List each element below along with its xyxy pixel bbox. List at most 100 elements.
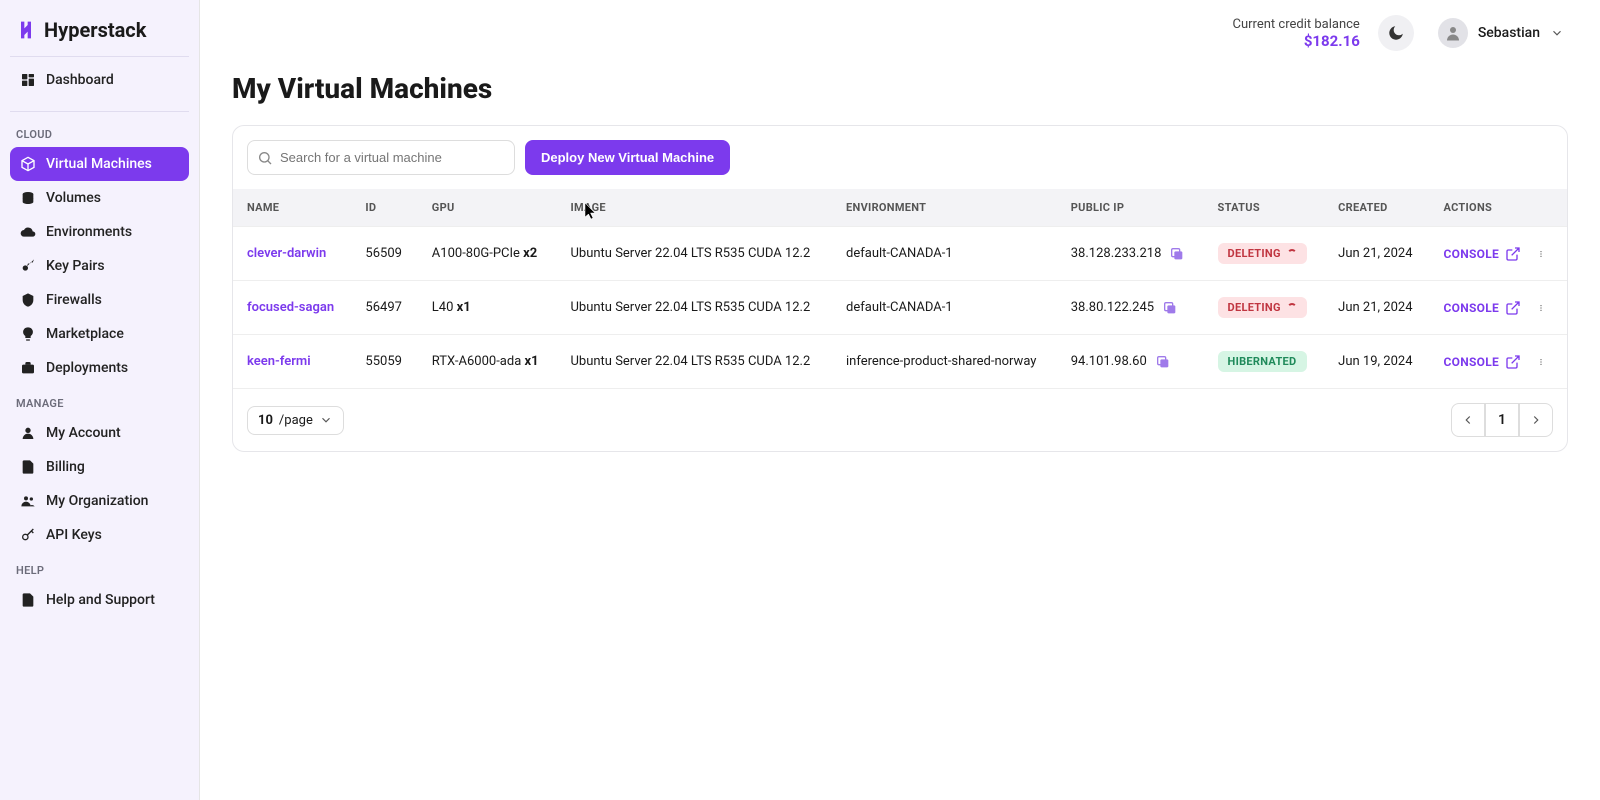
sidebar-item-marketplace[interactable]: Marketplace <box>10 317 189 351</box>
user-icon <box>20 425 36 441</box>
credit-balance: Current credit balance $182.16 <box>1233 17 1360 50</box>
file-icon <box>20 459 36 475</box>
col-environment: ENVIRONMENT <box>832 189 1057 227</box>
vm-env: default-CANADA-1 <box>832 227 1057 281</box>
console-button[interactable]: CONSOLE <box>1443 354 1521 370</box>
vm-id: 56509 <box>351 227 417 281</box>
table-row[interactable]: clever-darwin 56509 A100-80G-PCIe x2 Ubu… <box>233 227 1567 281</box>
more-actions-button[interactable] <box>1533 354 1549 370</box>
balance-label: Current credit balance <box>1233 17 1360 32</box>
section-manage: MANAGE <box>10 385 189 416</box>
search-icon <box>257 150 273 166</box>
document-icon <box>20 592 36 608</box>
user-name: Sebastian <box>1478 25 1540 41</box>
vm-created: Jun 21, 2024 <box>1324 281 1429 335</box>
external-link-icon <box>1505 246 1521 262</box>
sidebar-item-label: Environments <box>46 224 132 240</box>
toolbar: Deploy New Virtual Machine <box>233 126 1567 189</box>
main: Current credit balance $182.16 Sebastian… <box>200 0 1600 800</box>
sidebar-item-dashboard[interactable]: Dashboard <box>10 63 189 97</box>
search-input[interactable] <box>247 140 515 175</box>
page-size-value: 10 <box>258 413 273 428</box>
vm-table: NAME ID GPU IMAGE ENVIRONMENT PUBLIC IP … <box>233 189 1567 388</box>
col-public-ip: PUBLIC IP <box>1057 189 1204 227</box>
vm-env: inference-product-shared-norway <box>832 335 1057 389</box>
balance-value: $182.16 <box>1233 32 1360 50</box>
logo[interactable]: Hyperstack <box>10 10 189 57</box>
external-link-icon <box>1505 300 1521 316</box>
vm-ip: 94.101.98.60 <box>1071 354 1147 369</box>
sidebar-item-my-account[interactable]: My Account <box>10 416 189 450</box>
sidebar-item-deployments[interactable]: Deployments <box>10 351 189 385</box>
status-badge: HIBERNATED <box>1218 351 1307 372</box>
cube-icon <box>20 156 36 172</box>
brand-name: Hyperstack <box>44 18 146 42</box>
next-page-button[interactable] <box>1519 403 1553 437</box>
col-id: ID <box>351 189 417 227</box>
sidebar-item-key-pairs[interactable]: Key Pairs <box>10 249 189 283</box>
page-size-select[interactable]: 10/page <box>247 406 344 435</box>
console-button[interactable]: CONSOLE <box>1443 246 1521 262</box>
vm-gpu: L40 x1 <box>418 281 557 335</box>
sidebar-item-help-support[interactable]: Help and Support <box>10 583 189 617</box>
sidebar-item-api-keys[interactable]: API Keys <box>10 518 189 552</box>
sidebar-item-label: Marketplace <box>46 326 124 342</box>
vm-gpu: A100-80G-PCIe x2 <box>418 227 557 281</box>
sidebar-item-label: My Organization <box>46 493 148 509</box>
sidebar-item-environments[interactable]: Environments <box>10 215 189 249</box>
bulb-icon <box>20 326 36 342</box>
avatar-icon <box>1444 24 1462 42</box>
table-row[interactable]: focused-sagan 56497 L40 x1 Ubuntu Server… <box>233 281 1567 335</box>
col-status: STATUS <box>1204 189 1325 227</box>
copy-icon[interactable] <box>1162 300 1178 316</box>
vm-panel: Deploy New Virtual Machine NAME ID GPU I… <box>232 125 1568 452</box>
pagination: 1 <box>1451 403 1553 437</box>
col-name: NAME <box>233 189 351 227</box>
prev-page-button[interactable] <box>1451 403 1485 437</box>
col-image: IMAGE <box>556 189 832 227</box>
sidebar-item-volumes[interactable]: Volumes <box>10 181 189 215</box>
copy-icon[interactable] <box>1169 246 1185 262</box>
topbar: Current credit balance $182.16 Sebastian <box>200 0 1600 52</box>
copy-icon[interactable] <box>1155 354 1171 370</box>
section-cloud: CLOUD <box>10 116 189 147</box>
sidebar-item-label: Firewalls <box>46 292 102 308</box>
table-row[interactable]: keen-fermi 55059 RTX-A6000-ada x1 Ubuntu… <box>233 335 1567 389</box>
key-outline-icon <box>20 527 36 543</box>
vm-name-link[interactable]: focused-sagan <box>247 300 334 315</box>
stack-icon <box>20 190 36 206</box>
console-button[interactable]: CONSOLE <box>1443 300 1521 316</box>
theme-toggle-button[interactable] <box>1378 15 1414 51</box>
vm-created: Jun 19, 2024 <box>1324 335 1429 389</box>
vm-image: Ubuntu Server 22.04 LTS R535 CUDA 12.2 <box>556 227 832 281</box>
sidebar-item-label: Key Pairs <box>46 258 105 274</box>
sidebar-item-label: My Account <box>46 425 121 441</box>
page-title: My Virtual Machines <box>232 72 1568 105</box>
page-number-button[interactable]: 1 <box>1485 403 1519 437</box>
col-gpu: GPU <box>418 189 557 227</box>
more-actions-button[interactable] <box>1533 300 1549 316</box>
sidebar-item-label: Dashboard <box>46 72 114 88</box>
status-badge: DELETING <box>1218 297 1307 318</box>
chevron-right-icon <box>1529 413 1543 427</box>
sidebar-item-label: Volumes <box>46 190 101 206</box>
users-icon <box>20 493 36 509</box>
search-wrap <box>247 140 515 175</box>
vm-name-link[interactable]: keen-fermi <box>247 354 311 369</box>
page-size-suffix: /page <box>279 413 313 428</box>
vm-image: Ubuntu Server 22.04 LTS R535 CUDA 12.2 <box>556 281 832 335</box>
sidebar-item-label: Virtual Machines <box>46 156 152 172</box>
sidebar-item-virtual-machines[interactable]: Virtual Machines <box>10 147 189 181</box>
more-actions-button[interactable] <box>1533 246 1549 262</box>
moon-icon <box>1387 24 1405 42</box>
vm-id: 56497 <box>351 281 417 335</box>
deploy-vm-button[interactable]: Deploy New Virtual Machine <box>525 140 730 175</box>
external-link-icon <box>1505 354 1521 370</box>
vm-ip: 38.80.122.245 <box>1071 300 1154 315</box>
sidebar-item-billing[interactable]: Billing <box>10 450 189 484</box>
sidebar-item-firewalls[interactable]: Firewalls <box>10 283 189 317</box>
user-menu[interactable]: Sebastian <box>1432 14 1570 52</box>
vm-ip: 38.128.233.218 <box>1071 246 1162 261</box>
vm-name-link[interactable]: clever-darwin <box>247 246 326 261</box>
sidebar-item-my-organization[interactable]: My Organization <box>10 484 189 518</box>
